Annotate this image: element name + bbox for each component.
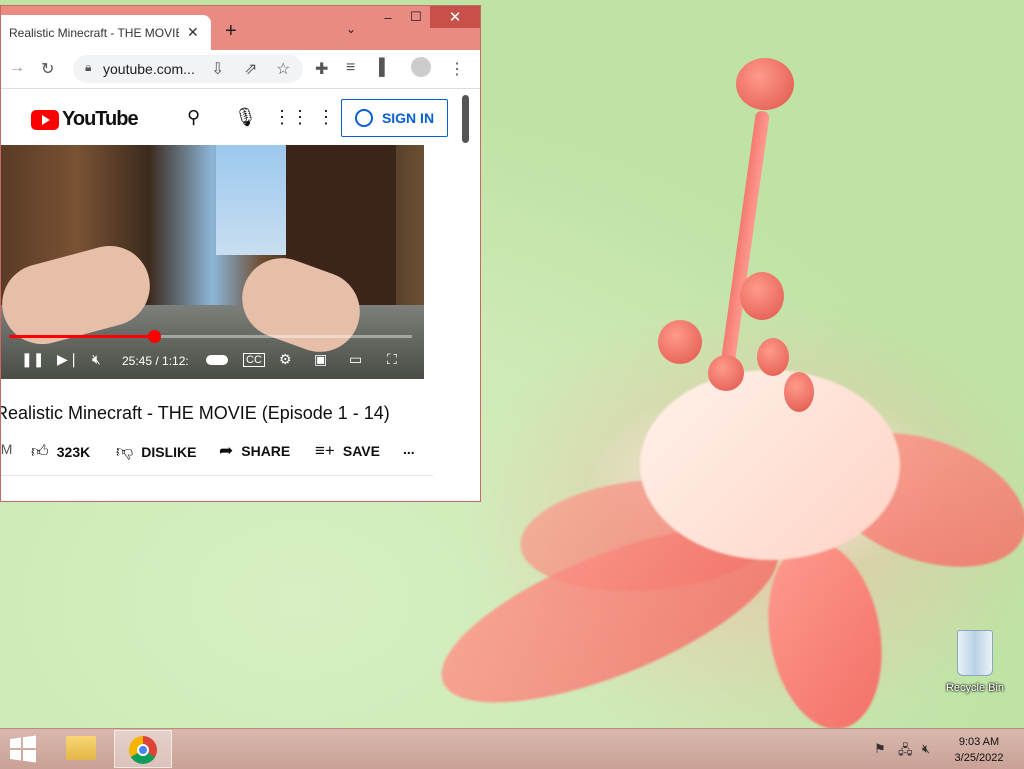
minimize-button[interactable]: – [374,6,402,28]
share-button[interactable]: ➦ SHARE [219,441,290,461]
tab-title: Realistic Minecraft - THE MOVIE [9,25,179,40]
reading-list-icon[interactable]: ≡ [346,59,355,77]
share-arrow-icon: ➦ [219,441,234,460]
volume-muted-icon[interactable]: 🔇︎ [922,741,930,757]
save-label: SAVE [342,443,380,459]
reload-icon[interactable]: ↻ [41,59,54,79]
autoplay-toggle[interactable] [206,355,228,365]
like-count: 323K [56,443,91,460]
section-divider [1,475,433,476]
microphone-icon[interactable]: 🎙︎ [234,107,257,128]
system-clock[interactable]: 9:03 AM 3/25/2022 [944,734,1014,766]
video-scrubber[interactable] [148,330,162,343]
video-actions: 7M 👍︎ 323K 👎︎ DISLIKE ➦ SHARE ≡+ SAVE ..… [1,439,441,463]
video-time: 25:45 / 1:12: [122,354,189,368]
kebab-menu-icon[interactable]: ⋮ [449,59,465,79]
view-count-fragment: 7M [1,441,13,457]
video-title: Realistic Minecraft - THE MOVIE (Episode… [1,403,390,423]
thumbs-up-icon: 👍︎ [31,442,49,461]
account-icon [354,109,373,127]
address-bar[interactable]: 🔒︎ youtube.com... [73,55,303,83]
mute-icon[interactable]: 🔇︎ [92,351,101,368]
apps-grid-icon[interactable]: ⋮⋮ [273,107,309,128]
profile-icon[interactable] [411,57,431,77]
taskbar: ⚑ 🖧︎ 🔇︎ 9:03 AM 3/25/2022 [0,728,1024,769]
action-center-flag-icon[interactable]: ⚑ [874,741,886,757]
miniplayer-icon[interactable]: ▣ [314,351,327,368]
youtube-logo[interactable]: YouTube [31,108,139,131]
clock-time: 9:03 AM [958,736,1000,748]
pause-icon[interactable]: ❚❚ [21,351,44,368]
extensions-icon[interactable]: ✚ [315,59,328,79]
forward-arrow-icon[interactable]: → [9,59,25,77]
browser-toolbar: → ↻ 🔒︎ youtube.com... ⇩ ⇗ ☆ ✚ ≡ ▌ ⋮ [1,50,480,89]
side-panel-icon[interactable]: ▌ [379,59,390,77]
save-button[interactable]: ≡+ SAVE [315,441,380,461]
fullscreen-icon[interactable]: ⛶ [387,351,397,368]
address-text: youtube.com... [103,61,195,77]
clock-date: 3/25/2022 [954,752,1004,764]
sign-in-label: SIGN IN [381,110,435,126]
theater-mode-icon[interactable]: ▭ [349,351,362,368]
youtube-logo-text: YouTube [62,108,139,130]
next-video-icon[interactable]: ▶❘ [57,351,80,368]
install-icon[interactable]: ⇩ [211,59,224,79]
search-icon[interactable]: ⚲ [187,107,200,128]
dislike-button[interactable]: 👎︎ DISLIKE [116,441,197,462]
dislike-label: DISLIKE [141,443,197,460]
playlist-add-icon: ≡+ [315,441,335,460]
video-progress-fill [9,335,155,338]
video-player[interactable]: ❚❚ ▶❘ 🔇︎ 25:45 / 1:12: CC ⚙ ▣ ▭ ⛶ [1,145,424,379]
browser-window: Realistic Minecraft - THE MOVIE ✕ + ⌄ – … [0,5,481,502]
start-windows-icon[interactable] [8,735,38,763]
thumbs-down-icon: 👎︎ [116,442,134,461]
more-actions-button[interactable]: ... [403,441,415,457]
tab-youtube[interactable]: Realistic Minecraft - THE MOVIE ✕ [1,15,211,50]
youtube-page: YouTube ⚲ 🎙︎ ⋮⋮ ⋮ SIGN IN ❚❚ ▶❘ 🔇︎ 25:45… [1,89,480,501]
share-icon[interactable]: ⇗ [244,59,257,79]
close-window-button[interactable]: ✕ [430,6,480,28]
settings-kebab-icon[interactable]: ⋮ [317,107,335,128]
recycle-bin-label: Recycle Bin [945,682,1005,694]
maximize-button[interactable]: ☐ [402,6,430,28]
like-button[interactable]: 👍︎ 323K [31,441,90,462]
tab-close-icon[interactable]: ✕ [187,24,199,41]
new-tab-button[interactable]: + [225,20,237,43]
network-icon[interactable]: 🖧︎ [898,741,913,763]
file-explorer-icon[interactable] [66,736,96,760]
youtube-play-icon [31,109,59,130]
video-frame-sky [216,145,286,255]
chrome-icon [129,736,157,764]
lock-icon[interactable]: 🔒︎ [85,60,91,75]
settings-gear-icon[interactable]: ⚙ [279,351,292,368]
sign-in-button[interactable]: SIGN IN [341,99,448,137]
tab-search-chevron-icon[interactable]: ⌄ [346,22,356,36]
taskbar-chrome-button[interactable] [114,730,172,768]
tab-bar: Realistic Minecraft - THE MOVIE ✕ + ⌄ – … [1,6,480,50]
star-icon[interactable]: ☆ [276,59,290,79]
youtube-header: YouTube ⚲ 🎙︎ ⋮⋮ ⋮ SIGN IN [1,89,471,145]
recycle-bin[interactable]: Recycle Bin [940,630,1010,694]
video-progress-bar[interactable] [9,330,412,343]
recycle-bin-icon [957,630,993,676]
subtitles-icon[interactable]: CC [243,353,265,367]
share-label: SHARE [241,443,291,459]
page-scrollbar[interactable] [462,95,469,143]
